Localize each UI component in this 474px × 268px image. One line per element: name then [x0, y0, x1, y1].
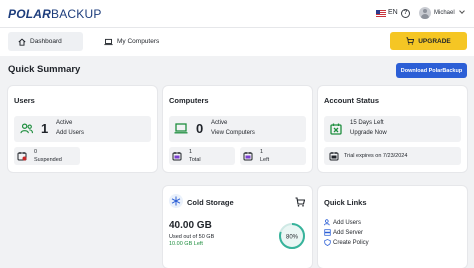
us-flag-icon[interactable]: [376, 10, 386, 17]
total-calendar-icon: [172, 152, 182, 161]
users-suspended-count: 0: [34, 149, 38, 155]
view-computers-link[interactable]: View Computers: [211, 130, 255, 136]
account-status-title: Account Status: [324, 96, 380, 105]
computers-left-count: 1: [260, 149, 264, 155]
add-users-icon: [324, 219, 330, 226]
computers-card: Computers 0 Active View Computers 1 Tota…: [163, 86, 312, 172]
users-suspended-box: 0 Suspended: [14, 147, 80, 165]
users-active-box: 1 Active Add Users: [14, 116, 151, 142]
account-days-box: 15 Days Left Upgrade Now: [324, 116, 461, 142]
computers-active-count: 0: [196, 121, 204, 136]
computers-active-label: Active: [211, 120, 228, 126]
users-active-label: Active: [56, 120, 73, 126]
tab-my-computers-label: My Computers: [117, 38, 160, 45]
snowflake-icon: [169, 194, 183, 208]
cold-storage-card: Cold Storage 40.00 GB Used out of 50 GB …: [163, 186, 312, 268]
cart-icon[interactable]: [295, 197, 305, 207]
tab-dashboard-label: Dashboard: [30, 38, 62, 45]
users-card-title: Users: [14, 96, 35, 105]
quick-link-label: Create Policy: [333, 239, 369, 246]
logo-regular-text: BACKUP: [51, 7, 102, 21]
laptop-icon: [174, 123, 188, 134]
server-icon: [324, 229, 331, 236]
cold-storage-used: 40.00 GB: [169, 220, 212, 231]
tab-my-computers[interactable]: My Computers: [100, 32, 180, 51]
users-suspended-label: Suspended: [34, 157, 62, 163]
trial-calendar-icon: [329, 152, 339, 161]
calendar-x-icon: [330, 123, 342, 135]
trial-expiry-text: Trial expires on 7/23/2024: [344, 153, 408, 159]
quick-links-title: Quick Links: [324, 198, 367, 207]
logo-bold-text: POLAR: [8, 7, 51, 21]
computers-card-title: Computers: [169, 96, 209, 105]
language-selector[interactable]: EN: [388, 9, 398, 16]
upgrade-label: UPGRADE: [418, 37, 451, 45]
computers-total-count: 1: [189, 149, 193, 155]
left-calendar-icon: [243, 152, 253, 161]
user-name[interactable]: Michael: [434, 10, 455, 16]
computers-left-box: 1 Left: [240, 147, 306, 165]
tab-dashboard[interactable]: Dashboard: [8, 32, 83, 51]
app-logo[interactable]: POLARBACKUP: [8, 7, 102, 21]
cold-storage-left: 10.00 GB Left: [169, 241, 203, 247]
computers-left-label: Left: [260, 157, 270, 163]
upgrade-button[interactable]: UPGRADE: [390, 32, 467, 50]
cart-icon: [406, 37, 415, 45]
add-users-link[interactable]: Add Users: [56, 130, 84, 136]
quick-link-add-users[interactable]: Add Users: [324, 219, 361, 226]
home-icon: [18, 38, 26, 46]
users-icon: [20, 123, 33, 134]
cold-storage-used-of: Used out of 50 GB: [169, 234, 215, 240]
days-left-text: 15 Days Left: [350, 120, 384, 126]
help-icon[interactable]: ?: [401, 9, 410, 18]
quick-link-add-server[interactable]: Add Server: [324, 229, 363, 236]
users-active-count: 1: [41, 121, 49, 136]
account-status-card: Account Status 15 Days Left Upgrade Now …: [318, 86, 467, 172]
computers-total-label: Total: [189, 157, 201, 163]
quick-link-create-policy[interactable]: Create Policy: [324, 239, 369, 246]
quick-link-label: Add Users: [333, 219, 362, 226]
download-button[interactable]: Download PolarBackup: [396, 63, 467, 78]
page-title: Quick Summary: [8, 64, 81, 75]
avatar[interactable]: [419, 7, 431, 19]
laptop-icon: [104, 38, 113, 45]
storage-progress-ring: 80%: [279, 223, 305, 249]
suspended-calendar-icon: [17, 152, 27, 161]
quick-links-card: Quick Links Add Users Add Server Create …: [318, 186, 467, 268]
users-card: Users 1 Active Add Users 0 Suspended: [8, 86, 157, 172]
storage-percent: 80%: [286, 235, 299, 241]
computers-active-box: 0 Active View Computers: [169, 116, 306, 142]
quick-link-label: Add Server: [333, 229, 364, 236]
cold-storage-title: Cold Storage: [187, 198, 234, 207]
computers-total-box: 1 Total: [169, 147, 235, 165]
upgrade-now-link[interactable]: Upgrade Now: [350, 130, 387, 136]
policy-icon: [324, 239, 331, 246]
trial-expiry-box: Trial expires on 7/23/2024: [324, 147, 461, 165]
